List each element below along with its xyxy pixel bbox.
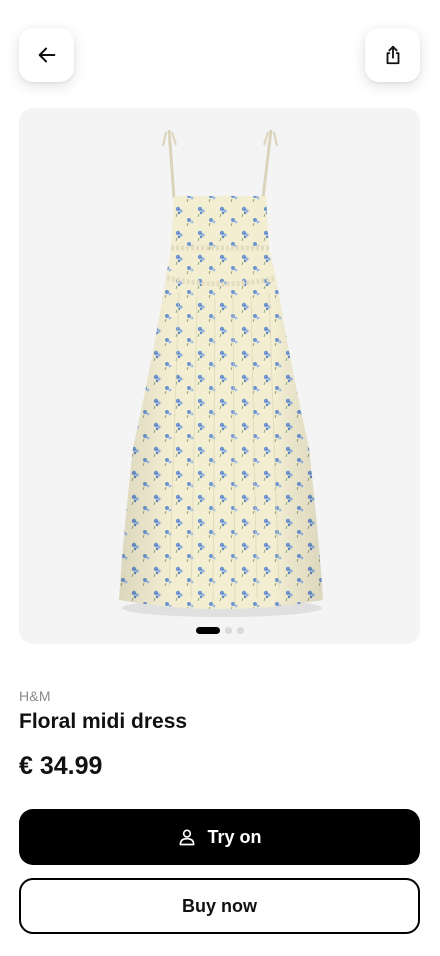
floral-midi-dress-photo <box>119 129 323 617</box>
arrow-left-icon <box>38 47 55 63</box>
try-on-button[interactable]: Try on <box>19 809 420 865</box>
person-icon <box>179 829 195 846</box>
carousel-dot-3[interactable] <box>236 627 244 634</box>
product-detail-screen: H&M Floral midi dress € 34.99 Try on Buy… <box>0 0 440 956</box>
carousel-dot-1[interactable] <box>195 627 220 634</box>
product-image-carousel[interactable] <box>19 108 420 644</box>
product-price: € 34.99 <box>19 752 103 780</box>
buy-now-label: Buy now <box>182 895 257 916</box>
buy-now-button[interactable]: Buy now <box>19 878 420 934</box>
share-icon <box>386 45 399 65</box>
carousel-dot-2[interactable] <box>224 627 232 634</box>
try-on-label: Try on <box>207 826 262 847</box>
product-title: Floral midi dress <box>19 710 188 733</box>
back-button[interactable] <box>19 28 74 82</box>
share-button[interactable] <box>365 28 420 82</box>
carousel-indicator <box>19 627 420 634</box>
product-brand: H&M <box>19 688 51 704</box>
